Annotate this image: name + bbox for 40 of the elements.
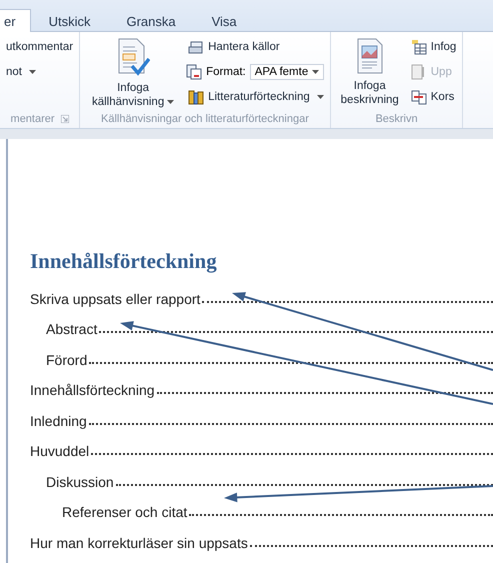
ribbon-button[interactable]: Hantera källor <box>186 36 326 57</box>
ribbon-button[interactable]: utkommentar <box>4 36 76 57</box>
toc-heading: Innehållsförteckning <box>30 249 218 274</box>
ribbon-button[interactable]: Infog <box>408 36 458 57</box>
dialog-launcher-icon[interactable] <box>60 115 69 123</box>
ribbon-button[interactable]: not <box>4 61 76 82</box>
toc-entry[interactable]: Förord <box>46 352 88 368</box>
group-label: mentarer <box>10 113 55 125</box>
toc-entry[interactable]: Innehållsförteckning <box>30 382 155 398</box>
group-label: Källhänvisningar och litteraturförteckningar <box>100 113 309 125</box>
ribbon-tab[interactable]: Visa <box>194 10 255 32</box>
dropdown-caret-icon <box>312 70 319 74</box>
books-icon <box>188 88 204 104</box>
ribbon-large-button[interactable]: Infoga beskrivning <box>334 36 405 109</box>
document-picture-icon <box>356 38 384 74</box>
ribbon-button[interactable]: Litteraturförteckning <box>186 86 326 107</box>
table-icon <box>410 38 427 54</box>
style-dropdown[interactable]: APA femte <box>250 64 324 80</box>
cross-reference-icon <box>410 88 427 104</box>
document-check-icon <box>116 38 150 76</box>
group-label: Beskrivn <box>375 113 418 125</box>
stacked-books-icon <box>188 38 204 54</box>
format-label: Format: <box>206 66 246 78</box>
toc-entry[interactable]: Hur man korrekturläser sin uppsats <box>30 534 248 550</box>
toc-entry[interactable]: Inledning <box>30 412 87 428</box>
document-format-icon <box>186 64 202 80</box>
ribbon-tab[interactable]: Utskick <box>30 10 108 32</box>
toc-entry[interactable]: Skriva uppsats eller rapport <box>30 290 200 306</box>
ribbon-tab[interactable]: er <box>0 9 31 32</box>
dropdown-caret-icon <box>29 70 36 74</box>
toc-entry[interactable]: Referenser och citat <box>62 504 188 520</box>
ribbon-button[interactable]: Kors <box>408 86 458 107</box>
dropdown-caret-icon <box>167 100 174 104</box>
ribbon-tab[interactable]: Granska <box>108 10 194 32</box>
ribbon-large-button[interactable]: Infoga källhänvisning <box>84 36 182 111</box>
document-update-icon <box>410 64 427 80</box>
toc-entry[interactable]: Huvuddel <box>30 443 90 459</box>
dropdown-caret-icon <box>316 94 324 98</box>
toc-entry[interactable]: Abstract <box>46 321 98 337</box>
toc-entry[interactable]: Diskussion <box>46 474 114 490</box>
